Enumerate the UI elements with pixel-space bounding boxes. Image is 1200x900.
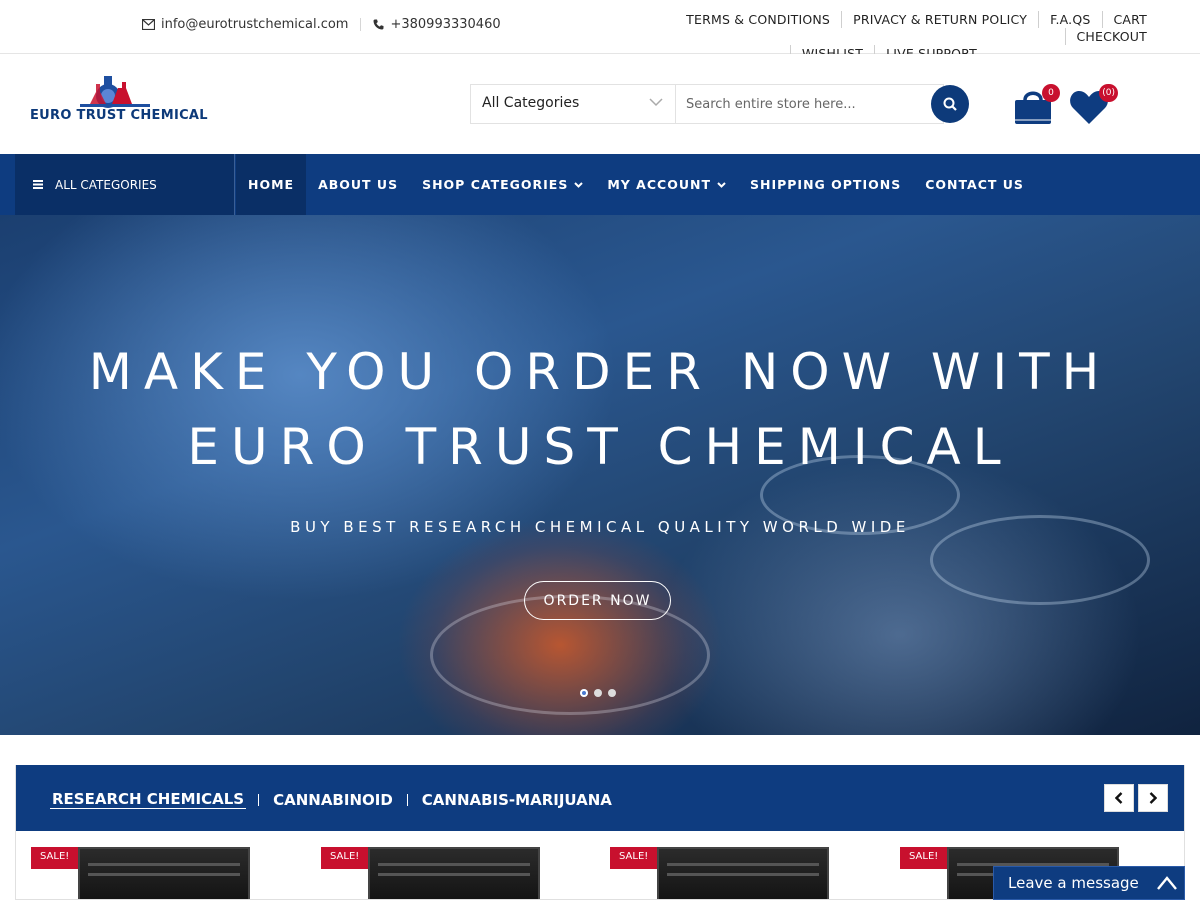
slider-dots xyxy=(580,689,622,697)
nav-item-label: SHIPPING OPTIONS xyxy=(749,177,902,192)
cart-count-badge: 0 xyxy=(1042,84,1060,102)
phone-icon xyxy=(373,19,384,30)
wishlist-count-badge: (0) xyxy=(1099,84,1118,102)
search-icon xyxy=(943,97,957,111)
category-select[interactable]: All Categories xyxy=(470,84,676,124)
cart-link[interactable]: CART xyxy=(1101,11,1159,28)
slider-dot-2[interactable] xyxy=(594,689,602,697)
next-button[interactable] xyxy=(1138,784,1168,812)
chevron-down-icon xyxy=(649,98,663,107)
maximize-icon[interactable] xyxy=(1156,873,1178,893)
tab-research-chemicals[interactable]: RESEARCH CHEMICALS xyxy=(50,790,247,809)
privacy-link[interactable]: PRIVACY & RETURN POLICY xyxy=(841,11,1038,28)
sale-badge: SALE! xyxy=(321,847,369,869)
chevron-down-icon xyxy=(717,181,726,188)
prev-button[interactable] xyxy=(1104,784,1134,812)
tab-cannabinoid[interactable]: CANNABINOID xyxy=(271,791,395,809)
nav-item-my-account[interactable]: MY ACCOUNT xyxy=(595,154,738,215)
nav-item-shipping-options[interactable]: SHIPPING OPTIONS xyxy=(738,154,913,215)
email-contact[interactable]: info@eurotrustchemical.com xyxy=(142,17,348,32)
product-image[interactable] xyxy=(657,847,829,899)
sale-badge: SALE! xyxy=(610,847,658,869)
top-bar: info@eurotrustchemical.com +380993330460… xyxy=(0,0,1200,62)
sale-badge: SALE! xyxy=(900,847,948,869)
search-placeholder: Search entire store here... xyxy=(686,97,856,112)
search-bar: All Categories Search entire store here.… xyxy=(470,84,970,124)
chevron-down-icon xyxy=(574,181,584,188)
product-image[interactable] xyxy=(78,847,250,899)
terms-link[interactable]: TERMS & CONDITIONS xyxy=(675,11,841,28)
tab-cannabis-marijuana[interactable]: CANNABIS-MARIJUANA xyxy=(420,791,614,809)
divider xyxy=(406,793,408,806)
hero-slider: MAKE YOU ORDER NOW WITH EURO TRUST CHEMI… xyxy=(0,215,1200,735)
slider-dot-1[interactable] xyxy=(580,689,588,697)
divider xyxy=(360,18,362,31)
nav-item-label: MY ACCOUNT xyxy=(607,177,711,192)
nav-item-contact-us[interactable]: CONTACT US xyxy=(913,154,1036,215)
chevron-right-icon xyxy=(1149,792,1157,804)
hero-subtitle: BUY BEST RESEARCH CHEMICAL QUALITY WORLD… xyxy=(290,518,910,536)
envelope-icon xyxy=(142,19,155,30)
search-input[interactable]: Search entire store here... xyxy=(676,84,944,124)
divider xyxy=(258,793,260,806)
phone-text: +380993330460 xyxy=(390,17,501,32)
nav-links: HOME ABOUT US SHOP CATEGORIES MY ACCOUNT… xyxy=(236,154,1036,215)
search-button[interactable] xyxy=(931,85,969,123)
live-chat-widget[interactable]: Leave a message xyxy=(993,866,1185,900)
product-card[interactable]: SALE! xyxy=(321,847,541,899)
nav-item-label: CONTACT US xyxy=(925,177,1024,192)
product-tabs: RESEARCH CHEMICALS CANNABINOID CANNABIS-… xyxy=(50,790,614,809)
nav-item-home[interactable]: HOME xyxy=(236,154,307,215)
hero-title: MAKE YOU ORDER NOW WITH EURO TRUST CHEMI… xyxy=(0,335,1200,485)
product-card[interactable]: SALE! xyxy=(610,847,830,899)
nav-item-label: ABOUT US xyxy=(318,177,399,192)
cart-button[interactable]: 0 xyxy=(1012,84,1060,126)
contact-info: info@eurotrustchemical.com +380993330460 xyxy=(142,17,501,32)
chat-label: Leave a message xyxy=(1008,874,1139,892)
product-image[interactable] xyxy=(368,847,540,899)
all-categories-label: ALL CATEGORIES xyxy=(55,177,157,192)
email-text: info@eurotrustchemical.com xyxy=(161,17,349,32)
site-logo[interactable]: EURO TRUST CHEMICAL xyxy=(30,74,208,124)
nav-item-label: SHOP CATEGORIES xyxy=(422,177,569,192)
hamburger-icon xyxy=(33,180,43,189)
hero-title-line1: MAKE YOU ORDER NOW WITH xyxy=(88,343,1112,401)
logo-text: EURO TRUST CHEMICAL xyxy=(30,108,208,123)
product-card[interactable]: SALE! xyxy=(31,847,251,899)
flask-logo-icon xyxy=(80,76,150,108)
faq-link[interactable]: F.A.QS xyxy=(1038,11,1101,28)
site-header: EURO TRUST CHEMICAL All Categories Searc… xyxy=(0,54,1200,154)
chevron-left-icon xyxy=(1115,792,1123,804)
category-select-value: All Categories xyxy=(482,95,580,111)
carousel-arrows xyxy=(1100,784,1168,812)
all-categories-button[interactable]: ALL CATEGORIES xyxy=(15,154,235,215)
hero-title-line2: EURO TRUST CHEMICAL xyxy=(187,418,1013,476)
nav-item-label: HOME xyxy=(248,177,295,192)
nav-item-shop-categories[interactable]: SHOP CATEGORIES xyxy=(410,154,595,215)
checkout-link[interactable]: CHECKOUT xyxy=(1064,28,1159,45)
slider-dot-3[interactable] xyxy=(608,689,616,697)
product-tabs-header: RESEARCH CHEMICALS CANNABINOID CANNABIS-… xyxy=(16,765,1184,831)
order-now-button[interactable]: ORDER NOW xyxy=(524,581,671,620)
phone-contact[interactable]: +380993330460 xyxy=(373,17,501,32)
wishlist-button[interactable]: (0) xyxy=(1068,84,1118,126)
nav-item-about-us[interactable]: ABOUT US xyxy=(306,154,410,215)
sale-badge: SALE! xyxy=(31,847,79,869)
main-nav: ALL CATEGORIES HOME ABOUT US SHOP CATEGO… xyxy=(0,154,1200,215)
